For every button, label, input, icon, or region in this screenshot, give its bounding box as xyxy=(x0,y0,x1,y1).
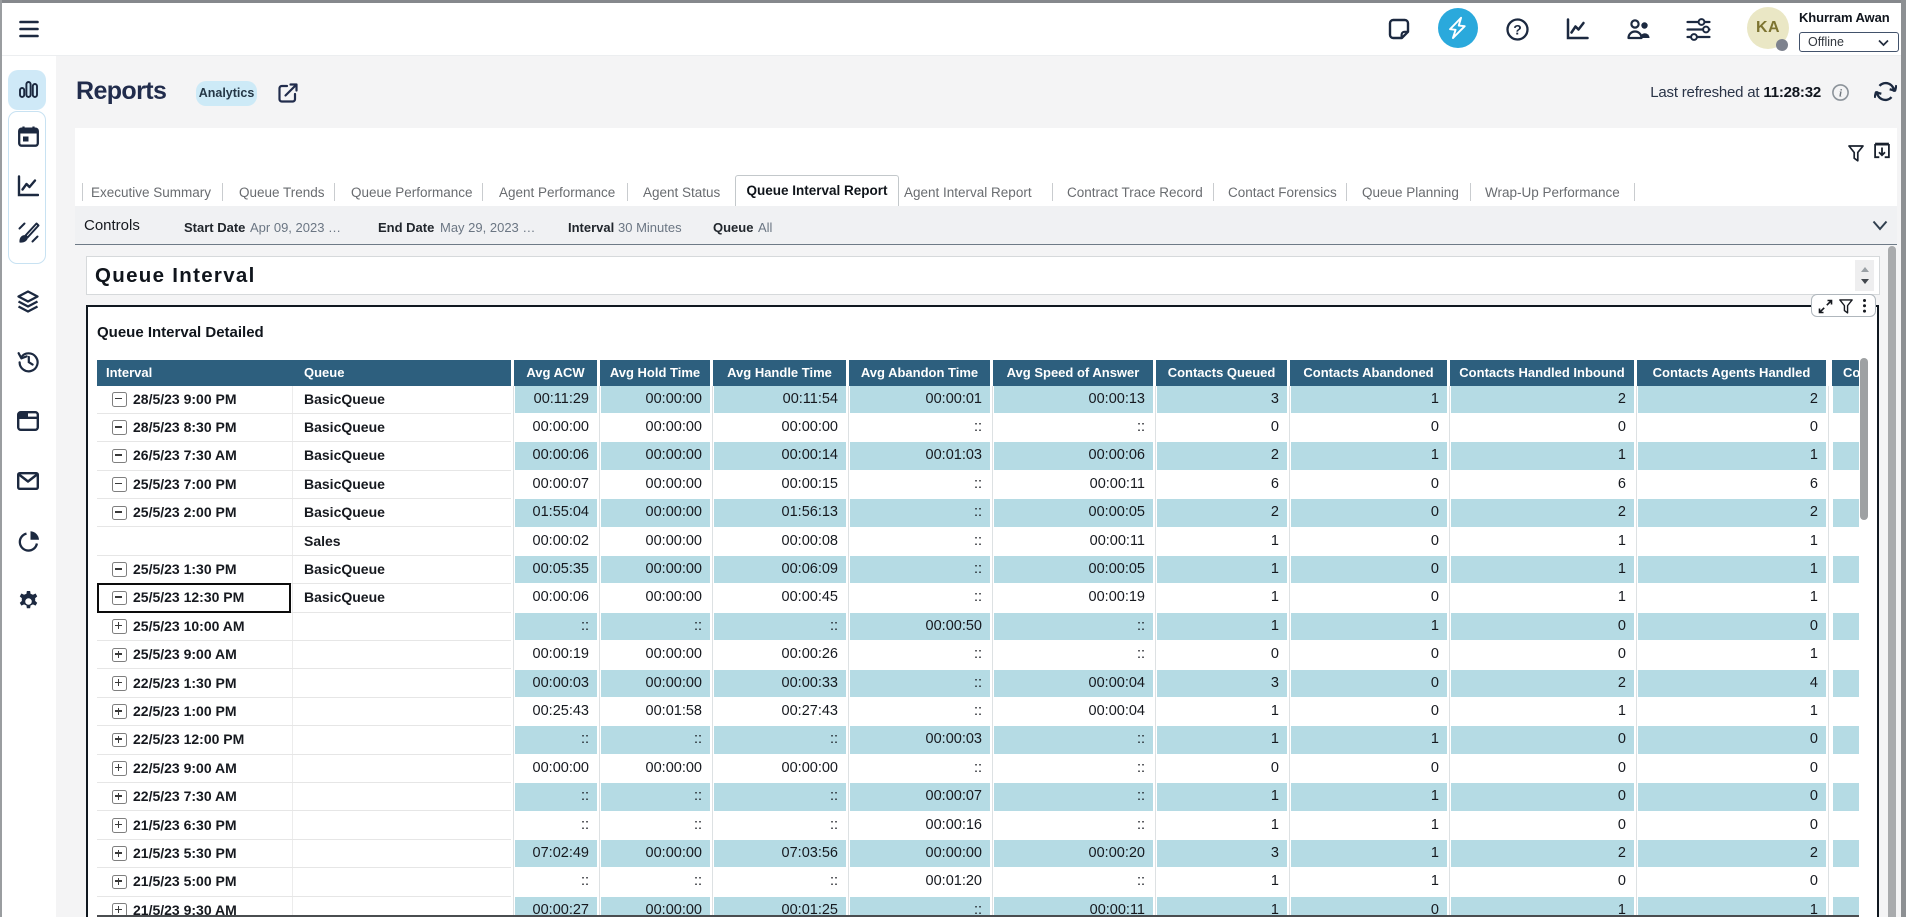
svg-text:?: ? xyxy=(1513,21,1522,37)
svg-text:i: i xyxy=(1839,88,1843,100)
